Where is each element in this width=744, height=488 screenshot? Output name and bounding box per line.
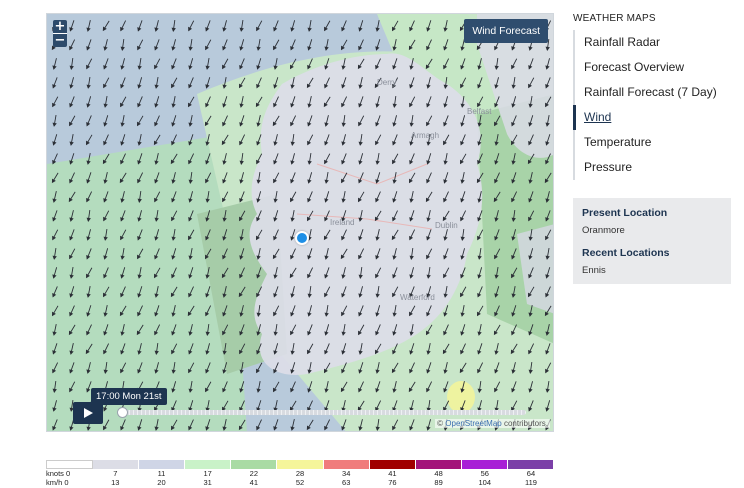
legend-kmh-label: km/h 0 bbox=[46, 478, 69, 487]
legend-swatch bbox=[507, 460, 555, 469]
openstreetmap-link[interactable]: OpenStreetMap bbox=[445, 419, 501, 428]
place-label: Ireland bbox=[330, 218, 354, 227]
weather-maps-nav: Rainfall Radar Forecast Overview Rainfal… bbox=[573, 30, 743, 180]
recent-locations-title: Recent Locations bbox=[582, 247, 670, 259]
legend-swatch bbox=[231, 460, 278, 469]
legend-kmh-value: 63 bbox=[342, 478, 351, 487]
zoom-control: + − bbox=[53, 20, 67, 47]
legend-swatch bbox=[46, 460, 94, 469]
legend-knots-value: 22 bbox=[249, 469, 259, 478]
present-location-title: Present Location bbox=[582, 207, 668, 219]
legend-knots-row: knots 0 7 11 17 22 28 34 41 48 56 64 bbox=[46, 469, 554, 478]
location-panel: Present Location Oranmore Recent Locatio… bbox=[573, 198, 731, 284]
recent-location-item[interactable]: Ennis bbox=[573, 265, 731, 276]
legend-kmh-value: 104 bbox=[478, 478, 492, 487]
legend-knots-value: 7 bbox=[113, 469, 118, 478]
legend-swatch bbox=[323, 460, 370, 469]
legend-swatch bbox=[415, 460, 462, 469]
place-label: Derry bbox=[377, 78, 397, 87]
map-attribution: © OpenStreetMap contributors. bbox=[435, 419, 550, 428]
legend-kmh-value: 13 bbox=[111, 478, 120, 487]
legend-swatch bbox=[139, 460, 186, 469]
nav-item-pressure[interactable]: Pressure bbox=[573, 155, 743, 180]
zoom-in-button[interactable]: + bbox=[53, 20, 67, 34]
play-button[interactable] bbox=[73, 402, 103, 424]
legend-kmh-value: 89 bbox=[434, 478, 443, 487]
sidebar-title: WEATHER MAPS bbox=[573, 13, 656, 24]
zoom-out-button[interactable]: − bbox=[53, 34, 67, 47]
legend-knots-label: knots 0 bbox=[46, 469, 71, 478]
present-location-value[interactable]: Oranmore bbox=[573, 225, 731, 236]
map-background: Ireland Dublin Armagh Waterford Derry Belfast bbox=[47, 14, 553, 431]
legend-kmh-value: 31 bbox=[203, 478, 212, 487]
legend-kmh-value: 20 bbox=[157, 478, 166, 487]
wind-map[interactable]: Ireland Dublin Armagh Waterford Derry Belfast… bbox=[46, 13, 554, 432]
legend-color-bar bbox=[46, 460, 555, 469]
nav-item-wind[interactable]: Wind bbox=[573, 105, 743, 130]
legend-knots-value: 48 bbox=[434, 469, 443, 478]
legend-knots-value: 41 bbox=[388, 469, 397, 478]
legend-swatch bbox=[369, 460, 416, 469]
nav-item-rainfall-radar[interactable]: Rainfall Radar bbox=[573, 30, 743, 55]
legend-knots-value: 56 bbox=[480, 469, 489, 478]
legend-swatch bbox=[461, 460, 508, 469]
legend-knots-value: 28 bbox=[295, 469, 305, 478]
legend-knots-value: 17 bbox=[203, 469, 212, 478]
current-location-marker[interactable] bbox=[295, 231, 309, 245]
place-label: Waterford bbox=[400, 293, 435, 302]
legend-kmh-value: 41 bbox=[249, 478, 259, 487]
nav-item-rainfall-forecast[interactable]: Rainfall Forecast (7 Day) bbox=[573, 80, 743, 105]
legend-swatch bbox=[93, 460, 140, 469]
timeline-slider[interactable] bbox=[122, 410, 526, 415]
legend-kmh-value: 76 bbox=[388, 478, 397, 487]
place-label: Belfast bbox=[467, 107, 492, 116]
wind-forecast-button[interactable]: Wind Forecast bbox=[464, 19, 548, 43]
legend-knots-value: 11 bbox=[157, 469, 166, 478]
legend-kmh-row: km/h 0 13 20 31 41 52 63 76 89 104 119 bbox=[46, 478, 554, 487]
nav-item-temperature[interactable]: Temperature bbox=[573, 130, 743, 155]
attribution-suffix: contributors. bbox=[501, 419, 548, 428]
nav-item-forecast-overview[interactable]: Forecast Overview bbox=[573, 55, 743, 80]
play-icon bbox=[84, 408, 93, 418]
legend-knots-value: 34 bbox=[342, 469, 351, 478]
wind-speed-legend: knots 0 7 11 17 22 28 34 41 48 56 64 km/h 0 13 20 3… bbox=[46, 460, 555, 487]
legend-knots-value: 64 bbox=[526, 469, 536, 478]
legend-swatch bbox=[185, 460, 232, 469]
legend-kmh-value: 119 bbox=[524, 478, 537, 487]
timeline-slider-handle[interactable] bbox=[117, 407, 128, 418]
legend-kmh-value: 52 bbox=[295, 478, 305, 487]
place-label: Armagh bbox=[411, 131, 439, 140]
place-label: Dublin bbox=[435, 221, 458, 230]
legend-swatch bbox=[277, 460, 324, 469]
